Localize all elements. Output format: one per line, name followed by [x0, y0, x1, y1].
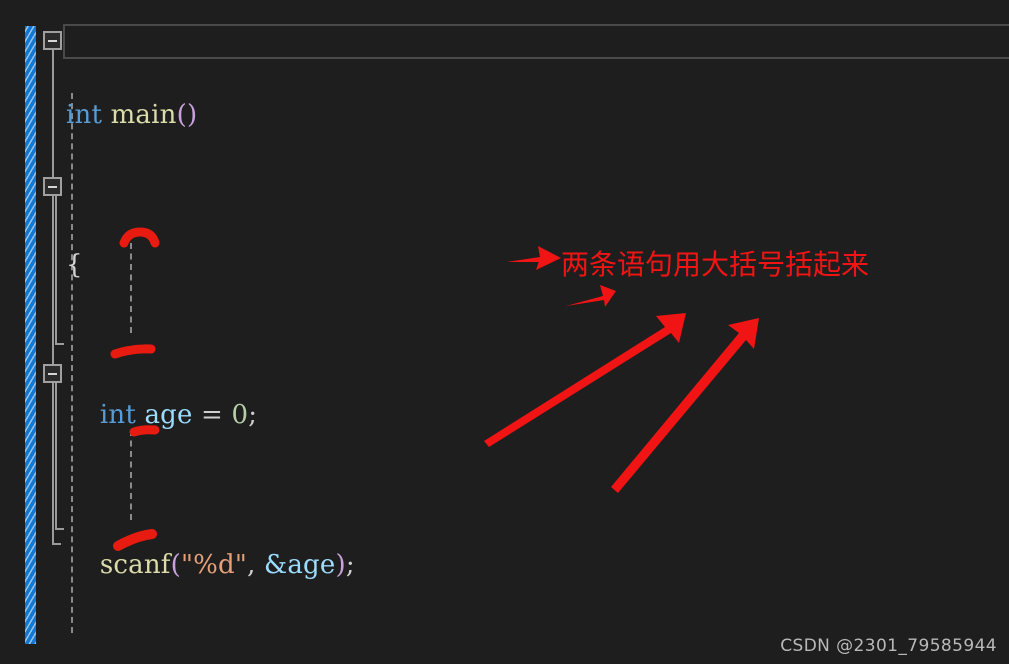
code-line-2: { [66, 247, 472, 285]
code-line-3: int age = 0; [66, 397, 472, 435]
token-brace-open-main: { [66, 250, 83, 280]
fold-guide-else [55, 383, 57, 529]
token-assign: = [201, 400, 224, 430]
code-content[interactable]: int main() { int age = 0; scanf("%d", &a… [66, 22, 472, 664]
code-line-4: scanf("%d", &age); [66, 547, 472, 585]
token-var-age-decl: age [144, 400, 193, 430]
token-number-zero: 0 [231, 400, 249, 430]
token-address-age: &age [264, 550, 336, 580]
token-semicolon-4: ; [345, 550, 355, 580]
fold-toggle-else[interactable] [43, 364, 62, 383]
token-paren-close: ) [186, 100, 198, 130]
arrow-long-lower [484, 313, 686, 447]
fold-guide-main-foot [52, 543, 61, 545]
fold-toggle-main[interactable] [43, 31, 62, 50]
token-semicolon-3: ; [248, 400, 258, 430]
arrow-to-note [507, 246, 561, 270]
token-paren-open: ( [176, 100, 187, 130]
fold-guide-if-foot [55, 343, 64, 345]
code-folding-gutter [40, 0, 68, 664]
code-editor-screenshot: int main() { int age = 0; scanf("%d", &a… [0, 0, 1009, 664]
fold-guide-main [52, 50, 54, 545]
csdn-watermark: CSDN @2301_79585944 [780, 636, 997, 656]
arrow-short-line8 [566, 285, 616, 307]
token-comma-scanf: , [247, 550, 256, 580]
token-paren-open-scanf: ( [170, 550, 181, 580]
code-line-1: int main() [66, 97, 472, 135]
fold-toggle-if[interactable] [43, 177, 62, 196]
fold-guide-else-foot [55, 528, 64, 530]
fold-guide-if [55, 196, 57, 344]
token-paren-close-scanf: ) [335, 550, 346, 580]
token-function-main: main [110, 100, 177, 130]
change-indicator-bar [25, 26, 36, 644]
token-string-format: "%d" [180, 550, 248, 580]
arrow-long-rightmost [611, 318, 759, 493]
token-keyword-int-decl: int [99, 400, 136, 430]
token-function-scanf: scanf [99, 550, 171, 580]
annotation-note-text: 两条语句用大括号括起来 [561, 248, 870, 281]
token-keyword-int: int [66, 100, 103, 130]
